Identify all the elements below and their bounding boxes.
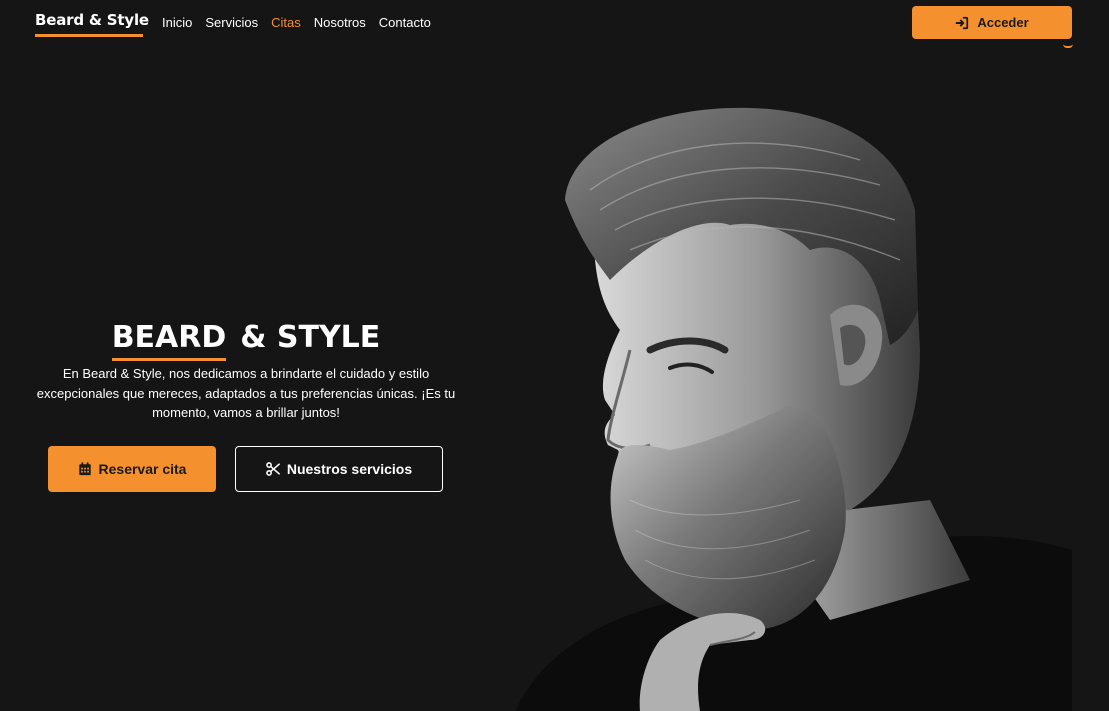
nav-indicator	[1063, 44, 1073, 48]
nav-links: Inicio Servicios Citas Nosotros Contacto	[162, 15, 431, 30]
login-label: Acceder	[977, 15, 1029, 30]
nav-link-inicio[interactable]: Inicio	[162, 15, 192, 30]
login-button[interactable]: Acceder	[912, 6, 1072, 39]
brand-underline	[35, 34, 143, 37]
scissors-icon	[266, 462, 280, 476]
navbar: Beard & Style Inicio Servicios Citas Nos…	[0, 0, 1109, 48]
nav-link-citas[interactable]: Citas	[271, 15, 301, 30]
hero-title-word2: & STYLE	[240, 320, 381, 355]
our-services-button[interactable]: Nuestros servicios	[235, 446, 443, 492]
nav-link-contacto[interactable]: Contacto	[379, 15, 431, 30]
services-label: Nuestros servicios	[286, 461, 413, 477]
hero-title: BEARD & STYLE	[0, 320, 492, 361]
nav-link-servicios[interactable]: Servicios	[205, 15, 258, 30]
calendar-icon	[78, 462, 91, 476]
reserve-label: Reservar cita	[98, 461, 187, 477]
bearded-man-photo	[515, 107, 1072, 711]
reserve-appointment-button[interactable]: Reservar cita	[48, 446, 216, 492]
nav-link-nosotros[interactable]: Nosotros	[314, 15, 366, 30]
sign-in-icon	[956, 16, 969, 29]
brand-logo[interactable]: Beard & Style	[35, 11, 149, 29]
hero-description: En Beard & Style, nos dedicamos a brinda…	[36, 366, 456, 420]
hero-title-word1: BEARD	[111, 320, 227, 361]
